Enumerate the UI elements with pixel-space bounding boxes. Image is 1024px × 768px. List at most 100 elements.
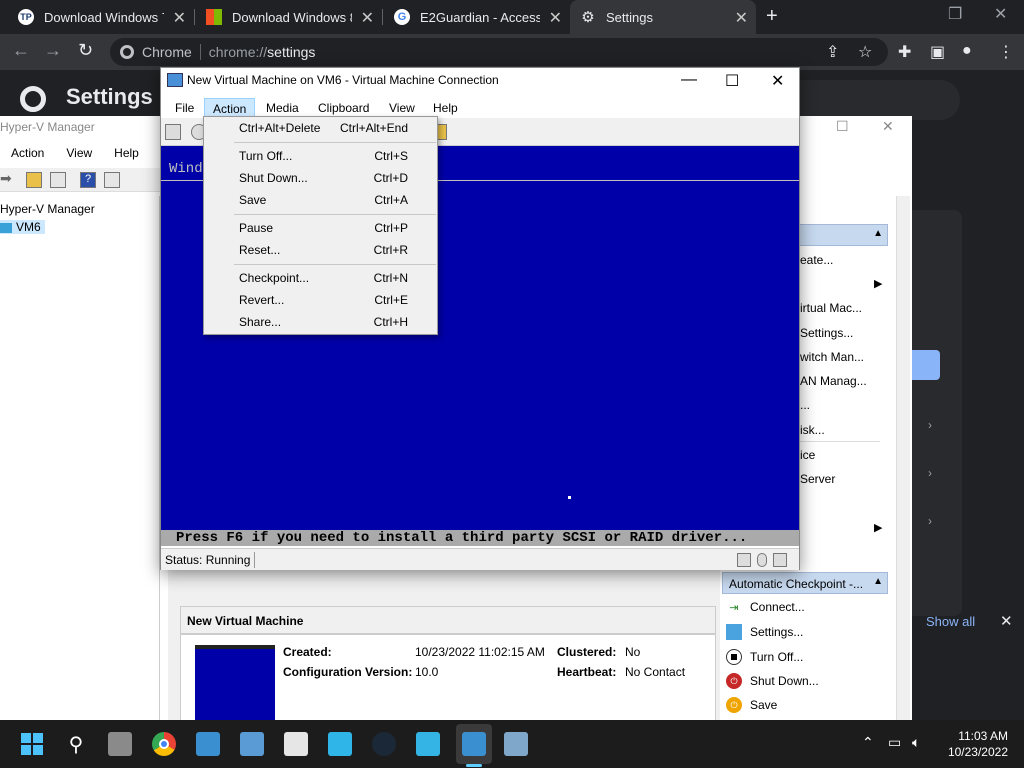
menu-media[interactable]: Media	[258, 98, 307, 118]
show-hide-tree-icon[interactable]	[50, 172, 66, 188]
action-pane-icon[interactable]	[104, 172, 120, 188]
extensions-icon[interactable]: ✚	[898, 42, 911, 62]
search-icon[interactable]: ⚲	[64, 732, 88, 756]
start-icon[interactable]	[20, 732, 44, 756]
tab-download-windows-8[interactable]: Download Windows 8.1 ✕	[196, 0, 382, 34]
menu-item-turn-off[interactable]: Turn Off... Ctrl+S	[204, 145, 437, 167]
close-window-icon[interactable]: ✕	[994, 4, 1007, 24]
close-icon[interactable]: ✕	[549, 8, 562, 28]
action-stop-service[interactable]: ice	[800, 448, 815, 462]
tab-download-windows-7[interactable]: TP Download Windows 7 ✕	[8, 0, 194, 34]
menu-kebab-icon[interactable]: ⋮	[998, 42, 1014, 62]
maximize-icon[interactable]: ☐	[836, 118, 849, 135]
action-label: Turn Off...	[750, 650, 804, 664]
minimize-icon[interactable]: —	[681, 71, 697, 89]
menu-clipboard[interactable]: Clipboard	[310, 98, 377, 118]
share-icon[interactable]: ⇪	[826, 42, 839, 62]
action-settings[interactable]: Settings...	[726, 620, 886, 644]
actions-scrollbar[interactable]	[896, 196, 910, 720]
heartbeat-label: Heartbeat:	[557, 665, 617, 679]
action-switch-manager[interactable]: witch Man...	[800, 350, 864, 364]
menu-view[interactable]: View	[55, 144, 103, 164]
server-icon[interactable]	[416, 732, 440, 756]
menu-action[interactable]: Action	[204, 98, 256, 118]
dismiss-icon[interactable]: ✕	[1000, 612, 1013, 630]
volume-icon[interactable]: 🔈︎	[912, 734, 920, 751]
chevron-up-icon[interactable]: ⌃	[862, 734, 874, 751]
action-connect[interactable]: ⇥ Connect...	[726, 595, 886, 619]
chevron-right-icon[interactable]: ›	[928, 514, 932, 528]
action-edit-disk[interactable]: ...	[800, 398, 810, 412]
collapse-icon[interactable]: ▲	[873, 576, 883, 587]
folder-up-icon[interactable]	[26, 172, 42, 188]
vm-connect-icon[interactable]	[462, 732, 486, 756]
vmc-titlebar[interactable]: New Virtual Machine on VM6 - Virtual Mac…	[161, 68, 799, 94]
menu-item-save[interactable]: Save Ctrl+A	[204, 189, 437, 211]
tab-strip: TP Download Windows 7 ✕ Download Windows…	[0, 0, 1024, 34]
menu-item-pause[interactable]: Pause Ctrl+P	[204, 217, 437, 239]
shut-down-icon: ⏻	[726, 673, 742, 689]
action-inspect-disk[interactable]: isk...	[800, 423, 825, 437]
action-san-manager[interactable]: AN Manag...	[800, 374, 867, 388]
menu-file[interactable]: File	[167, 98, 202, 118]
steam-icon[interactable]	[372, 732, 396, 756]
task-view-icon[interactable]	[108, 732, 132, 756]
menu-view[interactable]: View	[381, 98, 423, 118]
arrow-right-icon[interactable]: ➡	[0, 170, 16, 186]
close-icon[interactable]: ✕	[771, 71, 784, 91]
profile-icon[interactable]: ●	[962, 42, 972, 60]
menu-item-label: Shut Down...	[239, 171, 308, 185]
document-icon[interactable]	[284, 732, 308, 756]
close-icon[interactable]: ✕	[735, 8, 748, 28]
menu-help[interactable]: Help	[103, 144, 150, 164]
close-icon[interactable]: ✕	[882, 118, 894, 135]
chevron-right-icon[interactable]: ›	[928, 418, 932, 432]
menu-item-ctrl-alt-delete[interactable]: Ctrl+Alt+Delete Ctrl+Alt+End	[204, 117, 437, 139]
bookmark-star-icon[interactable]: ☆	[858, 42, 872, 62]
menu-item-revert[interactable]: Revert... Ctrl+E	[204, 289, 437, 311]
vm-thumbnail[interactable]	[195, 645, 275, 725]
tab-e2guardian[interactable]: G E2Guardian - Access D ✕	[384, 0, 570, 34]
reload-icon[interactable]: ↻	[78, 40, 93, 61]
menu-item-label: Checkpoint...	[239, 271, 310, 285]
action-import-vm[interactable]: irtual Mac...	[800, 301, 862, 315]
forward-icon[interactable]: →	[44, 40, 62, 61]
chrome-icon[interactable]	[152, 732, 176, 756]
network-icon[interactable]: ▭	[888, 734, 901, 751]
maximize-icon[interactable]: ☐	[725, 71, 739, 91]
address-bar[interactable]: Chrome chrome:// settings	[110, 38, 888, 66]
action-hyperv-settings[interactable]: Settings...	[800, 326, 853, 340]
menu-item-reset[interactable]: Reset... Ctrl+R	[204, 239, 437, 261]
action-turn-off[interactable]: Turn Off...	[726, 645, 886, 669]
collapse-icon[interactable]: ▲	[873, 228, 883, 239]
show-all-link[interactable]: Show all	[926, 614, 975, 629]
tab-settings[interactable]: ⚙ Settings ✕	[570, 0, 756, 34]
action-remove-server[interactable]: Server	[800, 472, 835, 486]
performance-icon[interactable]	[504, 732, 528, 756]
tree-node-vm6[interactable]: VM6	[0, 220, 45, 234]
back-icon[interactable]: ←	[12, 40, 30, 61]
side-panel-icon[interactable]: ▣	[930, 42, 945, 62]
menu-item-share[interactable]: Share... Ctrl+H	[204, 311, 437, 333]
checkpoint-actions-header[interactable]: Automatic Checkpoint -... ▲	[722, 572, 888, 594]
close-icon[interactable]: ✕	[173, 8, 186, 28]
action-new[interactable]: eate...	[800, 253, 833, 267]
restore-icon[interactable]: ❐	[948, 4, 962, 24]
menu-action[interactable]: Action	[0, 144, 55, 164]
menu-help[interactable]: Help	[425, 98, 466, 118]
menu-item-shut-down[interactable]: Shut Down... Ctrl+D	[204, 167, 437, 189]
system-clock[interactable]: 11:03 AM 10/23/2022	[938, 728, 1008, 760]
menu-item-checkpoint[interactable]: Checkpoint... Ctrl+N	[204, 267, 437, 289]
new-tab-icon[interactable]: +	[766, 5, 778, 28]
chevron-right-icon[interactable]: ›	[928, 466, 932, 480]
remote-desktop-icon[interactable]	[240, 732, 264, 756]
hyperv-manager-icon[interactable]	[196, 732, 220, 756]
tree-root[interactable]: Hyper-V Manager	[0, 202, 95, 216]
file-icon[interactable]	[328, 732, 352, 756]
close-icon[interactable]: ✕	[361, 8, 374, 28]
action-save[interactable]: ⏻ Save	[726, 693, 886, 717]
settings-search-box[interactable]	[780, 80, 960, 120]
action-shut-down[interactable]: ⏻ Shut Down...	[726, 669, 886, 693]
ctrl-alt-del-icon[interactable]	[165, 124, 181, 140]
help-icon[interactable]: ?	[80, 172, 96, 188]
